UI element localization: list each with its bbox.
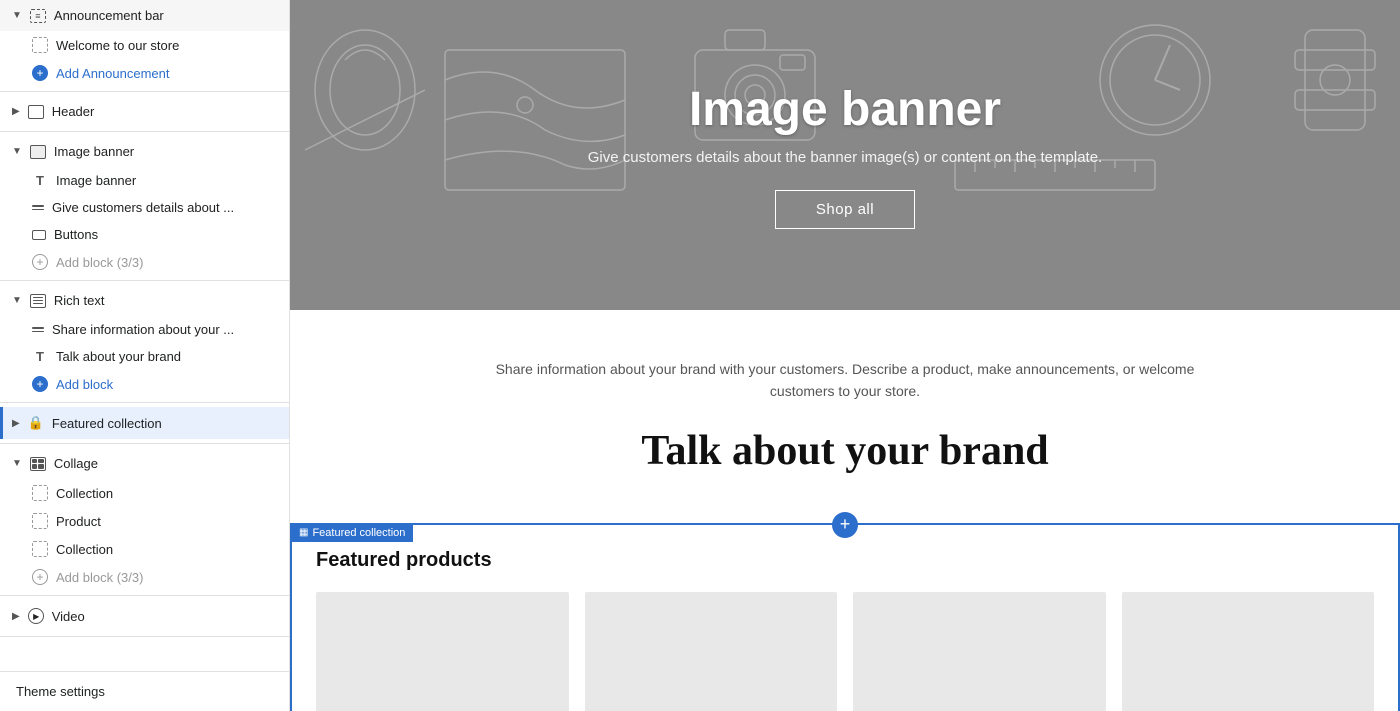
sidebar-item-welcome[interactable]: Welcome to our store	[0, 31, 289, 59]
product-card-1[interactable]: Example product title	[316, 592, 569, 711]
chevron-down-icon3: ▼	[12, 295, 22, 306]
sidebar-item-image-banner[interactable]: T Image banner	[0, 167, 289, 194]
sidebar-section-announcement[interactable]: ▼ ≡ Announcement bar	[0, 0, 289, 31]
featured-content: Featured products Example product title …	[292, 525, 1398, 711]
frame-icon4	[32, 541, 48, 557]
sidebar-item-product-1[interactable]: Product	[0, 507, 289, 535]
header-icon	[28, 105, 44, 119]
chevron-right-icon2: ▶	[12, 418, 20, 429]
featured-collection-section[interactable]: ▦ Featured collection + Featured product…	[290, 523, 1400, 711]
sidebar-item-buttons[interactable]: Buttons	[0, 221, 289, 248]
buttons-icon	[32, 230, 46, 240]
collage-icon	[30, 457, 46, 471]
rich-text-icon	[30, 294, 46, 308]
image-banner-icon	[30, 145, 46, 159]
sidebar-section-image-banner[interactable]: ▼ Image banner	[0, 136, 289, 167]
chevron-down-icon4: ▼	[12, 458, 22, 469]
sidebar-item-share-info[interactable]: Share information about your ...	[0, 316, 289, 343]
gray-plus-icon: +	[32, 254, 48, 270]
banner-title: Image banner	[588, 82, 1102, 137]
chevron-right-icon3: ▶	[12, 611, 20, 622]
sidebar-item-add-announcement[interactable]: + Add Announcement	[0, 59, 289, 87]
sidebar-item-add-block-3[interactable]: + Add block (3/3)	[0, 563, 289, 591]
image-banner-section: Image banner Give customers details abou…	[290, 0, 1400, 310]
featured-collection-title: Featured products	[316, 549, 1374, 572]
lines-icon	[32, 205, 44, 210]
gray-plus-icon2: +	[32, 569, 48, 585]
lines-icon2	[32, 327, 44, 332]
chevron-down-icon2: ▼	[12, 146, 22, 157]
product-image-3	[853, 592, 1106, 711]
product-image-2	[585, 592, 838, 711]
sidebar-item-give-customers[interactable]: Give customers details about ...	[0, 194, 289, 221]
frame-icon3	[32, 513, 48, 529]
sidebar-item-collection-1[interactable]: Collection	[0, 479, 289, 507]
sidebar-item-add-block-2[interactable]: + Add block	[0, 370, 289, 398]
sidebar-section-video[interactable]: ▶ ▶ Video	[0, 600, 289, 632]
sidebar: ▼ ≡ Announcement bar Welcome to our stor…	[0, 0, 290, 711]
announcement-bar-label: Announcement bar	[54, 8, 164, 23]
main-content: Image banner Give customers details abou…	[290, 0, 1400, 711]
sidebar-section-header[interactable]: ▶ Header	[0, 96, 289, 127]
text-t-icon2: T	[32, 349, 48, 364]
product-card-2[interactable]: Example product title	[585, 592, 838, 711]
product-image-1	[316, 592, 569, 711]
announcement-icon: ≡	[30, 9, 46, 23]
rich-text-description: Share information about your brand with …	[495, 358, 1195, 403]
chevron-down-icon: ▼	[12, 10, 22, 21]
sidebar-section-collage[interactable]: ▼ Collage	[0, 448, 289, 479]
product-image-4	[1122, 592, 1375, 711]
product-card-4[interactable]: Example product title	[1122, 592, 1375, 711]
sidebar-section-rich-text[interactable]: ▼ Rich text	[0, 285, 289, 316]
theme-settings[interactable]: Theme settings	[0, 671, 289, 711]
featured-collection-label: ▦ Featured collection	[291, 524, 413, 542]
chevron-right-icon: ▶	[12, 106, 20, 117]
text-t-icon: T	[32, 173, 48, 188]
sidebar-item-add-block-1[interactable]: + Add block (3/3)	[0, 248, 289, 276]
sidebar-item-talk-about[interactable]: T Talk about your brand	[0, 343, 289, 370]
rich-text-heading: Talk about your brand	[310, 427, 1380, 475]
products-grid: Example product title Example product ti…	[316, 592, 1374, 711]
banner-content: Image banner Give customers details abou…	[588, 82, 1102, 229]
frame-icon	[32, 37, 48, 53]
sidebar-item-collection-2[interactable]: Collection	[0, 535, 289, 563]
shop-all-button[interactable]: Shop all	[775, 190, 915, 229]
featured-collection-icon: ▦	[299, 527, 308, 538]
frame-icon2	[32, 485, 48, 501]
blue-plus-icon: +	[32, 65, 48, 81]
banner-subtitle: Give customers details about the banner …	[588, 149, 1102, 166]
featured-add-button[interactable]: +	[832, 512, 858, 538]
play-icon: ▶	[28, 608, 44, 624]
product-card-3[interactable]: Example product title	[853, 592, 1106, 711]
lock-icon: 🔒	[28, 415, 44, 431]
blue-plus-icon2: +	[32, 376, 48, 392]
rich-text-section: Share information about your brand with …	[290, 310, 1400, 523]
sidebar-section-featured-collection[interactable]: ▶ 🔒 Featured collection	[0, 407, 289, 439]
